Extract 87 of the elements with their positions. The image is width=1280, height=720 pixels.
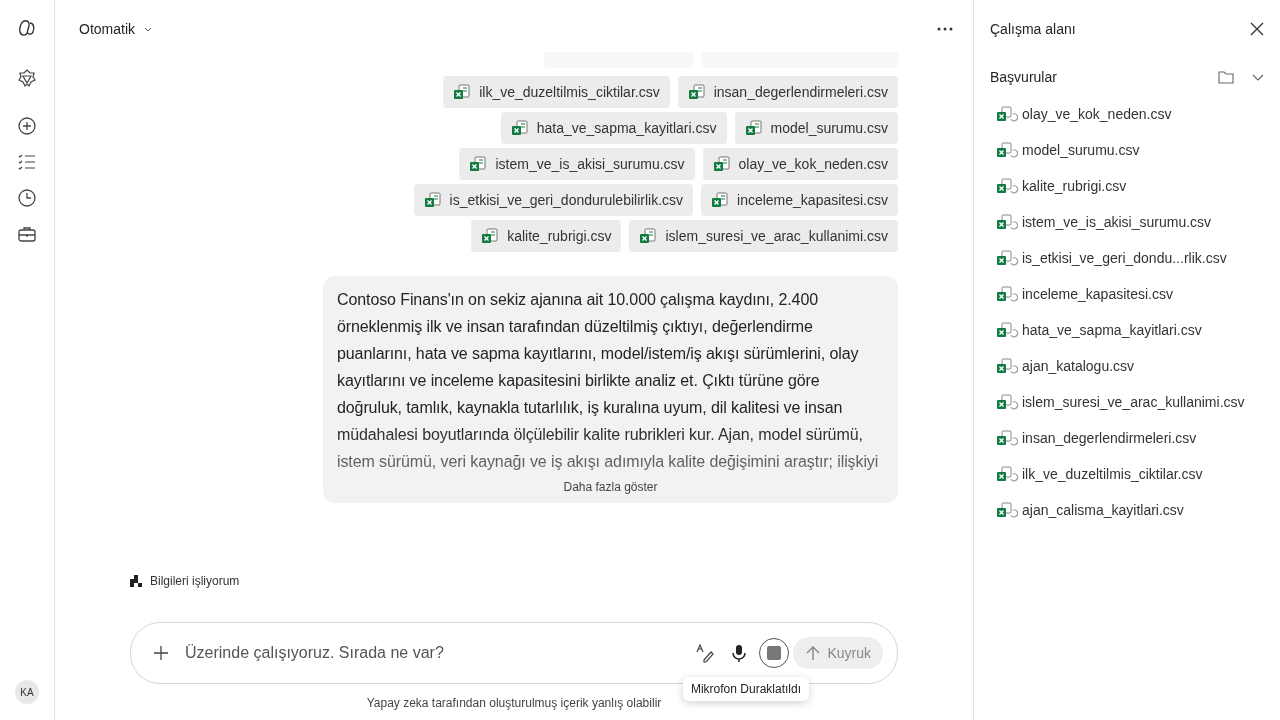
file-name: islem_suresi_ve_arac_kullanimi.csv — [1022, 394, 1245, 410]
file-name: inceleme_kapasitesi.csv — [737, 192, 888, 208]
add-icon[interactable] — [153, 645, 169, 661]
excel-sync-icon — [996, 465, 1018, 483]
excel-file-icon — [453, 83, 472, 101]
excel-sync-icon — [996, 357, 1018, 375]
excel-file-icon — [481, 227, 500, 245]
folder-icon[interactable] — [1218, 70, 1234, 84]
excel-sync-icon — [996, 141, 1018, 159]
file-name: is_etkisi_ve_geri_dondu...rlik.csv — [1022, 250, 1227, 266]
file-name: inceleme_kapasitesi.csv — [1022, 286, 1173, 302]
excel-sync-icon — [996, 177, 1018, 195]
excel-file-icon — [639, 227, 658, 245]
processing-icon — [130, 575, 142, 587]
file-name: ajan_calisma_kayitlari.csv — [1022, 502, 1184, 518]
excel-sync-icon — [996, 285, 1018, 303]
show-more-button[interactable]: Daha fazla göster — [557, 479, 664, 495]
excel-sync-icon — [996, 249, 1018, 267]
excel-file-icon — [744, 119, 763, 137]
excel-file-icon — [469, 155, 488, 173]
checklist-icon[interactable] — [17, 152, 37, 172]
briefcase-icon[interactable] — [17, 224, 37, 244]
file-name: insan_degerlendirmeleri.csv — [713, 84, 888, 100]
excel-file-icon — [510, 119, 529, 137]
more-icon[interactable] — [937, 27, 953, 31]
file-name: model_surumu.csv — [1022, 142, 1140, 158]
file-name: ilk_ve_duzeltilmis_ciktilar.csv — [1022, 466, 1203, 482]
panel-title: Çalışma alanı — [990, 21, 1076, 37]
file-list-item[interactable]: hata_ve_sapma_kayitlari.csv — [990, 312, 1264, 348]
file-name: hata_ve_sapma_kayitlari.csv — [1022, 322, 1202, 338]
file-list-item[interactable]: insan_degerlendirmeleri.csv — [990, 420, 1264, 456]
file-name: ilk_ve_duzeltilmis_ciktilar.csv — [479, 84, 660, 100]
history-icon[interactable] — [17, 188, 37, 208]
arrow-up-icon — [805, 645, 822, 661]
file-name: is_etkisi_ve_geri_dondurulebilirlik.csv — [449, 192, 684, 208]
file-chip[interactable]: ilk_ve_duzeltilmis_ciktilar.csv — [443, 76, 670, 108]
excel-sync-icon — [996, 105, 1018, 123]
logo-icon[interactable] — [17, 18, 37, 38]
file-name: kalite_rubrigi.csv — [507, 228, 612, 244]
file-list-item[interactable]: olay_ve_kok_neden.csv — [990, 96, 1264, 132]
file-list-item[interactable]: islem_suresi_ve_arac_kullanimi.csv — [990, 384, 1264, 420]
excel-sync-icon — [996, 501, 1018, 519]
status-text: Bilgileri işliyorum — [150, 574, 240, 588]
excel-sync-icon — [996, 429, 1018, 447]
file-name: ajan_katalogu.csv — [1022, 358, 1135, 374]
excel-file-icon — [712, 155, 731, 173]
file-list-item[interactable]: is_etkisi_ve_geri_dondu...rlik.csv — [990, 240, 1264, 276]
file-chip[interactable]: islem_suresi_ve_arac_kullanimi.csv — [629, 220, 898, 252]
file-name: istem_ve_is_akisi_surumu.csv — [495, 156, 685, 172]
excel-sync-icon — [996, 213, 1018, 231]
text-style-icon[interactable] — [695, 643, 716, 663]
excel-sync-icon — [996, 321, 1018, 339]
mode-dropdown[interactable]: Otomatik — [79, 21, 153, 37]
file-chip[interactable]: is_etkisi_ve_geri_dondurulebilirlik.csv — [413, 184, 694, 216]
file-name: olay_ve_kok_neden.csv — [738, 156, 888, 172]
file-name: insan_degerlendirmeleri.csv — [1022, 430, 1197, 446]
user-avatar[interactable]: KA — [15, 680, 39, 704]
excel-file-icon — [423, 191, 442, 209]
file-list-item[interactable]: ajan_calisma_kayitlari.csv — [990, 492, 1264, 528]
file-list-item[interactable]: kalite_rubrigi.csv — [990, 168, 1264, 204]
file-chip[interactable]: hata_ve_sapma_kayitlari.csv — [500, 112, 727, 144]
new-chat-icon[interactable] — [17, 116, 37, 136]
tooltip: Mikrofon Duraklatıldı — [682, 677, 809, 701]
file-list-item[interactable]: ajan_katalogu.csv — [990, 348, 1264, 384]
file-list-item[interactable]: inceleme_kapasitesi.csv — [990, 276, 1264, 312]
file-name: hata_ve_sapma_kayitlari.csv — [536, 120, 717, 136]
file-chip[interactable]: insan_degerlendirmeleri.csv — [677, 76, 898, 108]
section-title: Başvurular — [990, 69, 1057, 85]
close-icon[interactable] — [1250, 22, 1264, 36]
file-name: istem_ve_is_akisi_surumu.csv — [1022, 214, 1212, 230]
file-chip[interactable]: model_surumu.csv — [734, 112, 898, 144]
file-list-item[interactable]: istem_ve_is_akisi_surumu.csv — [990, 204, 1264, 240]
file-name: olay_ve_kok_neden.csv — [1022, 106, 1172, 122]
excel-file-icon — [711, 191, 730, 209]
message-text: Contoso Finans'ın on sekiz ajanına ait 10.000 çalışma kaydını, 2.400 örneklenmiş ilk ve insan tarafından düzeltilmiş çıktıyı, değerlendirme puanlarını, hata ve sapma kayıtlarını, model/istem/iş akışı sürümlerini, olay kayıtlarını ve inceleme kapasitesini birlikte analiz et. Çıktı türüne göre doğruluk, tamlık, kaynakla tutarlılık, iş kuralına uyum, dil kalitesi ve insan müdahalesi boyutlarında ölçülebilir kalite rubrikleri kur. Ajan, model sürümü, istem sürümü, veri kaynağı ve iş akışı adımıyla kalite değişimini araştır; ilişkiyi — [337, 290, 880, 472]
file-list-item[interactable]: model_surumu.csv — [990, 132, 1264, 168]
file-chip[interactable]: olay_ve_kok_neden.csv — [702, 148, 898, 180]
excel-file-icon — [687, 83, 706, 101]
file-chip[interactable]: inceleme_kapasitesi.csv — [701, 184, 898, 216]
file-name: islem_suresi_ve_arac_kullanimi.csv — [665, 228, 888, 244]
file-chip[interactable]: istem_ve_is_akisi_surumu.csv — [459, 148, 695, 180]
file-chip[interactable]: kalite_rubrigi.csv — [471, 220, 622, 252]
stop-button[interactable] — [759, 638, 790, 668]
excel-sync-icon — [996, 393, 1018, 411]
file-name: model_surumu.csv — [770, 120, 888, 136]
file-name: kalite_rubrigi.csv — [1022, 178, 1127, 194]
file-list-item[interactable]: ilk_ve_duzeltilmis_ciktilar.csv — [990, 456, 1264, 492]
